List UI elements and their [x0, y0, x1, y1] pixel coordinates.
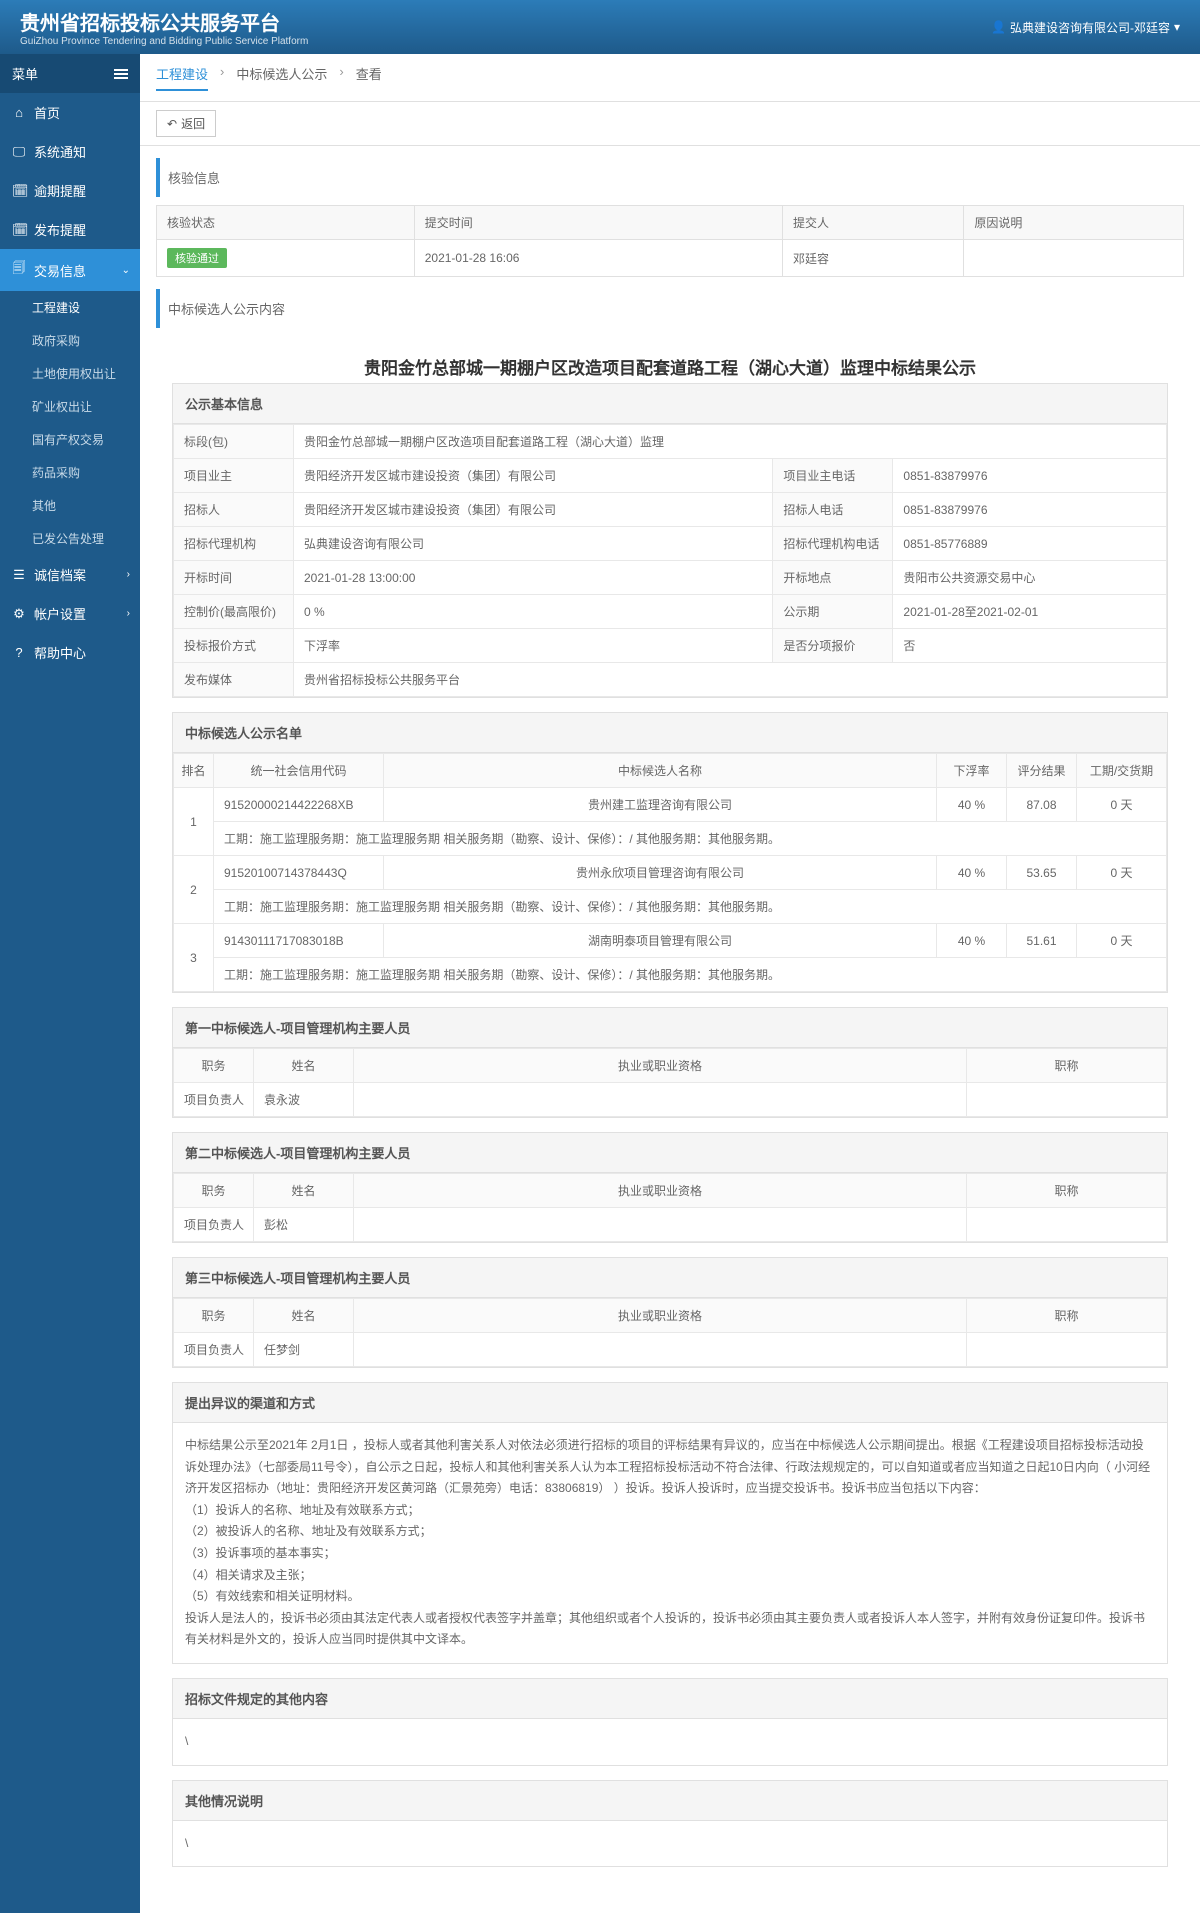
calendar-icon: 🗓: [12, 183, 26, 199]
personnel-table-3: 职务姓名执业或职业资格职称 项目负责人任梦剑: [173, 1298, 1167, 1367]
back-icon: ↶: [167, 117, 177, 131]
crumb-1[interactable]: 工程建设: [156, 64, 208, 91]
status-badge: 核验通过: [167, 248, 227, 268]
table-row: 工期：施工监理服务期：施工监理服务期 相关服务期（勘察、设计、保修）：/ 其他服…: [174, 958, 1167, 992]
submenu-engineering[interactable]: 工程建设: [0, 291, 140, 324]
verify-reason: [964, 240, 1184, 277]
chevron-down-icon: ▾: [1174, 20, 1180, 34]
help-icon: ?: [12, 645, 26, 660]
panel-candidates: 中标候选人公示名单 排名 统一社会信用代码 中标候选人名称 下浮率 评分结果 工…: [172, 712, 1168, 993]
menu-overdue[interactable]: 🗓逾期提醒: [0, 171, 140, 210]
header: 贵州省招标投标公共服务平台 GuiZhou Province Tendering…: [0, 0, 1200, 54]
chevron-right-icon: ›: [127, 569, 130, 580]
header-title: 贵州省招标投标公共服务平台 GuiZhou Province Tendering…: [20, 7, 308, 47]
submenu-drug[interactable]: 药品采购: [0, 456, 140, 489]
panel-personnel-1: 第一中标候选人-项目管理机构主要人员 职务姓名执业或职业资格职称 项目负责人袁永…: [172, 1007, 1168, 1118]
sidebar: 菜单 ⌂首页 🖵系统通知 🗓逾期提醒 🗓发布提醒 🗐交易信息⌄ 工程建设 政府采…: [0, 54, 140, 1913]
page-title: 贵阳金竹总部城一期棚户区改造项目配套道路工程（湖心大道）监理中标结果公示: [156, 336, 1184, 383]
submenu-gov[interactable]: 政府采购: [0, 324, 140, 357]
crumb-sep: ›: [339, 64, 343, 91]
monitor-icon: 🖵: [12, 144, 26, 160]
panel-basic: 公示基本信息 标段(包)贵阳金竹总部城一期棚户区改造项目配套道路工程（湖心大道）…: [172, 383, 1168, 698]
main: 工程建设 › 中标候选人公示 › 查看 ↶返回 核验信息 核验状态 提交时间 提…: [140, 54, 1200, 1913]
header-user-name: 弘典建设咨询有限公司-邓廷容: [1010, 19, 1170, 36]
verify-col-person: 提交人: [783, 206, 964, 240]
submenu-published[interactable]: 已发公告处理: [0, 522, 140, 555]
section-verify-title: 核验信息: [156, 158, 1184, 197]
header-title-en: GuiZhou Province Tendering and Bidding P…: [20, 36, 308, 47]
menu-home[interactable]: ⌂首页: [0, 93, 140, 132]
verify-col-reason: 原因说明: [964, 206, 1184, 240]
user-icon: [991, 20, 1006, 34]
sidebar-header: 菜单: [0, 54, 140, 93]
menu-trade[interactable]: 🗐交易信息⌄: [0, 249, 140, 291]
hamburger-icon[interactable]: [114, 69, 128, 79]
back-button[interactable]: ↶返回: [156, 110, 216, 137]
panel-other1: 招标文件规定的其他内容 \: [172, 1678, 1168, 1766]
menu-notice[interactable]: 🖵系统通知: [0, 132, 140, 171]
personnel-table-2: 职务姓名执业或职业资格职称 项目负责人彭松: [173, 1173, 1167, 1242]
verify-person: 邓廷容: [783, 240, 964, 277]
panel-other2: 其他情况说明 \: [172, 1780, 1168, 1868]
chevron-right-icon: ›: [127, 608, 130, 619]
menu-help[interactable]: ?帮助中心: [0, 633, 140, 672]
panel-personnel-2: 第二中标候选人-项目管理机构主要人员 职务姓名执业或职业资格职称 项目负责人彭松: [172, 1132, 1168, 1243]
calendar-icon: 🗓: [12, 222, 26, 238]
crumb-sep: ›: [220, 64, 224, 91]
candidates-table: 排名 统一社会信用代码 中标候选人名称 下浮率 评分结果 工期/交货期 1915…: [173, 753, 1167, 992]
menu-publish[interactable]: 🗓发布提醒: [0, 210, 140, 249]
table-row: 191520000214422268XB贵州建工监理咨询有限公司40 %87.0…: [174, 788, 1167, 822]
table-row: 项目负责人彭松: [174, 1208, 1167, 1242]
verify-table: 核验状态 提交时间 提交人 原因说明 核验通过 2021-01-28 16:06…: [156, 205, 1184, 277]
panel-basic-title: 公示基本信息: [173, 384, 1167, 424]
menu-credit[interactable]: ☰诚信档案›: [0, 555, 140, 594]
table-row: 291520100714378443Q贵州永欣项目管理咨询有限公司40 %53.…: [174, 856, 1167, 890]
section-announce-title: 中标候选人公示内容: [156, 289, 1184, 328]
docs-icon: 🗐: [12, 259, 26, 281]
personnel-table-1: 职务姓名执业或职业资格职称 项目负责人袁永波: [173, 1048, 1167, 1117]
verify-time: 2021-01-28 16:06: [414, 240, 782, 277]
table-row: 工期：施工监理服务期：施工监理服务期 相关服务期（勘察、设计、保修）：/ 其他服…: [174, 890, 1167, 924]
verify-col-time: 提交时间: [414, 206, 782, 240]
crumb-2[interactable]: 中标候选人公示: [236, 64, 327, 91]
crumb-3: 查看: [356, 64, 382, 91]
header-title-cn: 贵州省招标投标公共服务平台: [20, 7, 308, 36]
submenu-state[interactable]: 国有产权交易: [0, 423, 140, 456]
gear-icon: ⚙: [12, 606, 26, 622]
submenu-other[interactable]: 其他: [0, 489, 140, 522]
submenu-land[interactable]: 土地使用权出让: [0, 357, 140, 390]
panel-candidates-title: 中标候选人公示名单: [173, 713, 1167, 753]
breadcrumb: 工程建设 › 中标候选人公示 › 查看: [140, 54, 1200, 102]
objection-text: 中标结果公示至2021年 2月1日 ，投标人或者其他利害关系人对依法必须进行招标…: [173, 1423, 1167, 1663]
home-icon: ⌂: [12, 105, 26, 120]
panel-objection: 提出异议的渠道和方式 中标结果公示至2021年 2月1日 ，投标人或者其他利害关…: [172, 1382, 1168, 1664]
table-row: 391430111717083018B湖南明泰项目管理有限公司40 %51.61…: [174, 924, 1167, 958]
submenu-mining[interactable]: 矿业权出让: [0, 390, 140, 423]
list-icon: ☰: [12, 567, 26, 583]
table-row: 工期：施工监理服务期：施工监理服务期 相关服务期（勘察、设计、保修）：/ 其他服…: [174, 822, 1167, 856]
basic-info-table: 标段(包)贵阳金竹总部城一期棚户区改造项目配套道路工程（湖心大道）监理 项目业主…: [173, 424, 1167, 697]
toolbar: ↶返回: [140, 102, 1200, 146]
verify-col-status: 核验状态: [157, 206, 415, 240]
panel-personnel-3: 第三中标候选人-项目管理机构主要人员 职务姓名执业或职业资格职称 项目负责人任梦…: [172, 1257, 1168, 1368]
header-user[interactable]: 弘典建设咨询有限公司-邓廷容 ▾: [991, 19, 1180, 36]
menu-account[interactable]: ⚙帐户设置›: [0, 594, 140, 633]
sidebar-menu-label: 菜单: [12, 64, 38, 83]
chevron-down-icon: ⌄: [122, 265, 130, 276]
table-row: 项目负责人袁永波: [174, 1083, 1167, 1117]
table-row: 项目负责人任梦剑: [174, 1333, 1167, 1367]
